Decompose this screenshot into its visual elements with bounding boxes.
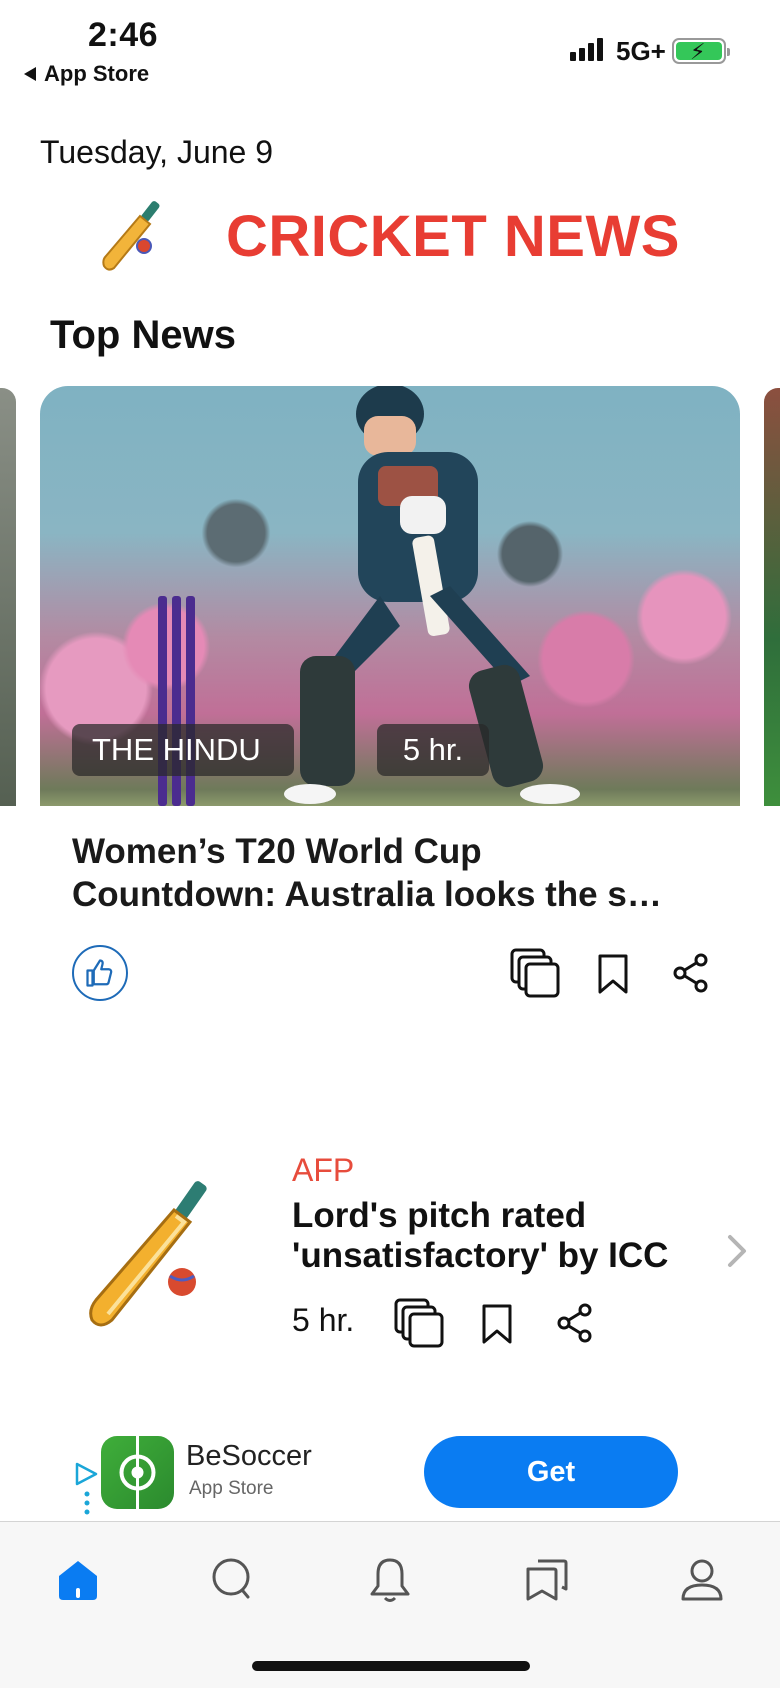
besoccer-app-icon[interactable] [101,1436,174,1509]
article-copy-button[interactable] [392,1296,448,1352]
article-chevron-button[interactable] [720,1232,754,1270]
search-icon [212,1558,250,1599]
tab-notifications[interactable] [360,1550,420,1610]
cricket-bat-icon [89,1181,207,1327]
article-source: AFP [292,1152,355,1188]
cricket-bat-logo-icon [100,198,166,277]
bookmark-icon [598,954,628,994]
tab-saved[interactable] [516,1550,576,1610]
copy-icon [510,948,560,998]
like-button[interactable] [72,945,128,1001]
ad-app-name[interactable]: BeSoccer [186,1440,312,1473]
article-thumbnail[interactable] [86,1180,216,1335]
article-time: 5 hr. [292,1302,355,1338]
ad-choices-icon[interactable] [74,1462,100,1523]
chevron-right-icon [728,1235,746,1267]
battery-icon: ⚡ [672,38,730,64]
copy-icon [394,1298,444,1348]
copy-button[interactable] [508,946,564,1002]
tab-search[interactable] [204,1550,264,1610]
home-icon [59,1561,97,1600]
share-icon [557,1303,592,1343]
tab-profile[interactable] [672,1550,732,1610]
top-news-heading: Top News [50,313,236,357]
current-date: Tuesday, June 9 [40,134,274,170]
network-type: 5G+ [616,36,666,66]
previous-card-peek[interactable] [0,388,16,806]
share-button[interactable] [668,950,714,996]
bookmark-button[interactable] [591,950,635,998]
headline-line-2: Countdown: Australia looks the s… [72,875,662,914]
article-bookmark-button[interactable] [475,1300,519,1348]
ad-store-label: App Store [189,1478,274,1499]
profile-icon [681,1559,723,1601]
featured-source-badge: THE HINDU [72,724,294,776]
bookmark-icon [482,1304,512,1344]
get-app-button[interactable]: Get [424,1436,678,1508]
status-time: 2:46 [88,16,159,54]
back-label: App Store [44,61,150,86]
featured-time-badge: 5 hr. [377,724,489,776]
home-indicator[interactable] [252,1661,530,1671]
article-share-button[interactable] [552,1300,598,1346]
back-arrow-icon [24,67,36,81]
thumbs-up-icon [86,959,113,987]
stacked-pages-icon [526,1559,568,1601]
featured-headline[interactable]: Women’s T20 World Cup Countdown: Austral… [72,830,712,916]
app-brand-title: CRICKET NEWS [226,204,680,269]
next-card-peek[interactable] [764,388,780,806]
back-to-app-store[interactable]: App Store [24,61,149,87]
tab-home[interactable] [48,1550,108,1610]
bell-icon [370,1558,410,1602]
cellular-signal-icon [570,38,603,61]
article-headline[interactable]: Lord's pitch rated 'unsatisfactory' by I… [292,1196,692,1276]
headline-line-1: Women’s T20 World Cup [72,832,482,871]
featured-article-image[interactable]: THE HINDU 5 hr. [40,386,740,806]
share-icon [673,953,708,993]
